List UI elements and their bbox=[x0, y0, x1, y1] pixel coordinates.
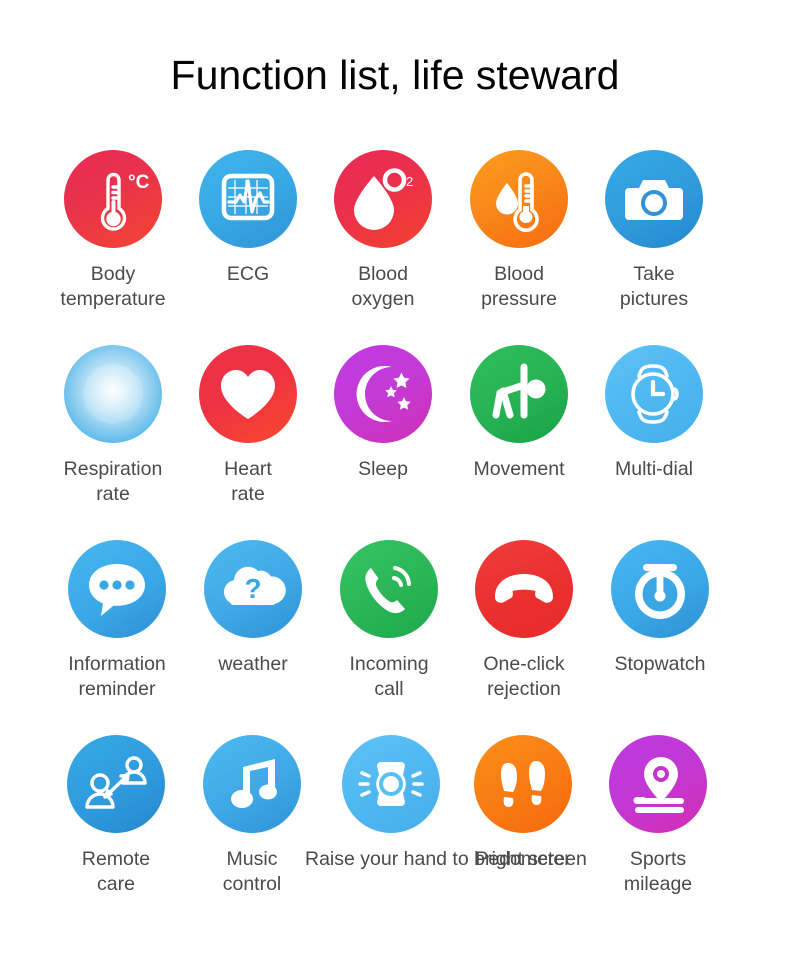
location-pin-road-icon bbox=[609, 735, 707, 833]
function-item-heart-rate[interactable]: Heart rate bbox=[173, 345, 323, 507]
function-row: Information reminder ? weather Incoming … bbox=[0, 540, 790, 735]
function-item-label: Information reminder bbox=[68, 653, 166, 700]
function-item-stopwatch[interactable]: Stopwatch bbox=[585, 540, 735, 677]
exercise-person-icon bbox=[470, 345, 568, 443]
svg-text:2: 2 bbox=[406, 174, 413, 189]
incoming-call-icon bbox=[340, 540, 438, 638]
ecg-monitor-icon bbox=[199, 150, 297, 248]
function-item-label: Respiration rate bbox=[63, 458, 163, 505]
function-row: Respiration rate Heart rate Sleep Moveme… bbox=[0, 345, 790, 540]
function-item-label: Blood pressure bbox=[481, 263, 557, 310]
raise-hand-watch-icon bbox=[342, 735, 440, 833]
function-item-label: Multi-dial bbox=[614, 458, 694, 480]
function-item-label: Movement bbox=[473, 458, 565, 480]
footprints-icon bbox=[474, 735, 572, 833]
music-note-icon bbox=[203, 735, 301, 833]
function-item-information-reminder[interactable]: Information reminder bbox=[42, 540, 192, 702]
blood-pressure-thermometer-icon bbox=[470, 150, 568, 248]
function-item-label: Heart rate bbox=[224, 458, 272, 505]
function-item-label: Sports mileage bbox=[623, 848, 693, 895]
function-item-label: One-click rejection bbox=[483, 653, 565, 700]
function-item-label: Remote care bbox=[81, 848, 151, 895]
function-list-page: Function list, life steward °C Body temp… bbox=[0, 0, 790, 963]
function-item-label: Body temperature bbox=[60, 263, 166, 310]
function-item-blood-oxygen[interactable]: 2 Blood oxygen bbox=[308, 150, 458, 312]
function-item-label: Pedometer bbox=[475, 848, 571, 870]
remote-care-people-icon bbox=[67, 735, 165, 833]
stopwatch-icon bbox=[611, 540, 709, 638]
function-item-label: ECG bbox=[226, 263, 270, 285]
function-grid: °C Body temperature ECG 2 Blood oxygen B… bbox=[0, 150, 790, 930]
function-item-one-click-rejection[interactable]: One-click rejection bbox=[449, 540, 599, 702]
watch-clock-icon bbox=[605, 345, 703, 443]
function-item-label: Take pictures bbox=[619, 263, 689, 310]
function-item-blood-pressure[interactable]: Blood pressure bbox=[444, 150, 594, 312]
page-title: Function list, life steward bbox=[170, 52, 620, 98]
chat-bubble-dots-icon bbox=[68, 540, 166, 638]
function-item-label: Incoming call bbox=[349, 653, 429, 700]
function-item-label: Blood oxygen bbox=[351, 263, 415, 310]
function-item-take-pictures[interactable]: Take pictures bbox=[579, 150, 729, 312]
moon-stars-icon bbox=[334, 345, 432, 443]
function-item-ecg[interactable]: ECG bbox=[173, 150, 323, 287]
function-item-sports-mileage[interactable]: Sports mileage bbox=[583, 735, 733, 897]
thermometer-celsius-icon: °C bbox=[64, 150, 162, 248]
function-item-pedometer[interactable]: Pedometer bbox=[448, 735, 598, 872]
svg-text:?: ? bbox=[244, 573, 261, 604]
function-item-movement[interactable]: Movement bbox=[444, 345, 594, 482]
function-item-multi-dial[interactable]: Multi-dial bbox=[579, 345, 729, 482]
svg-text:°C: °C bbox=[128, 172, 150, 193]
function-row: Remote care Music control Raise your han… bbox=[0, 735, 790, 930]
heart-icon bbox=[199, 345, 297, 443]
function-item-incoming-call[interactable]: Incoming call bbox=[314, 540, 464, 702]
call-reject-icon bbox=[475, 540, 573, 638]
blood-drop-o2-icon: 2 bbox=[334, 150, 432, 248]
function-item-body-temperature[interactable]: °C Body temperature bbox=[38, 150, 188, 312]
function-item-sleep[interactable]: Sleep bbox=[308, 345, 458, 482]
respiration-glow-icon bbox=[64, 345, 162, 443]
cloud-question-icon: ? bbox=[204, 540, 302, 638]
function-item-respiration-rate[interactable]: Respiration rate bbox=[38, 345, 188, 507]
function-item-label: Stopwatch bbox=[614, 653, 706, 675]
function-item-label: weather bbox=[218, 653, 288, 675]
function-item-weather[interactable]: ? weather bbox=[178, 540, 328, 677]
camera-icon bbox=[605, 150, 703, 248]
function-item-remote-care[interactable]: Remote care bbox=[41, 735, 191, 897]
function-item-label: Sleep bbox=[358, 458, 408, 480]
function-row: °C Body temperature ECG 2 Blood oxygen B… bbox=[0, 150, 790, 345]
